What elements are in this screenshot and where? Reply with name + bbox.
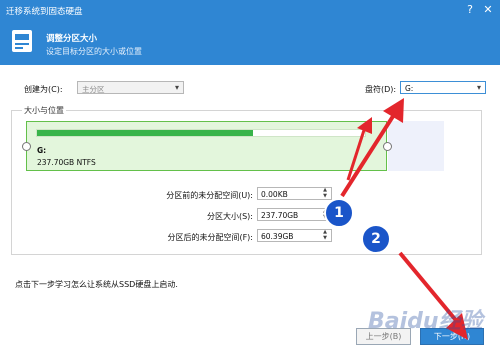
watermark: Baidu经验 [368, 309, 483, 334]
step-badge-2: 2 [361, 224, 391, 254]
step-badge-1: 1 [324, 198, 354, 228]
arrowhead-1 [383, 98, 404, 123]
